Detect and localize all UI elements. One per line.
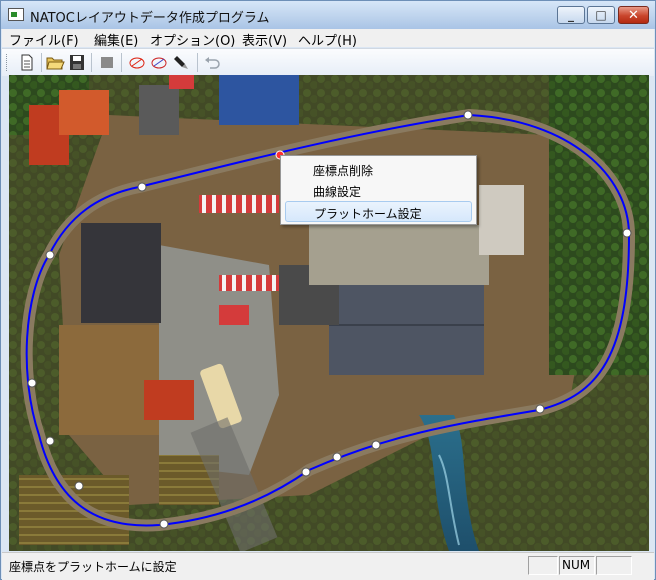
menu-item-label: 曲線設定: [313, 185, 362, 199]
track-node[interactable]: [159, 519, 169, 529]
menu-item-label: 座標点削除: [313, 164, 374, 178]
brush-icon: [174, 56, 188, 69]
title-bar[interactable]: NATOCレイアウトデータ作成プログラム _ □ ✕: [1, 1, 655, 29]
menu-file[interactable]: ファイル(F): [9, 30, 79, 49]
edit-curve-button[interactable]: [149, 53, 169, 72]
track-node[interactable]: [45, 436, 55, 446]
model-railway-layout-photo: [9, 75, 649, 551]
track-node[interactable]: [535, 404, 545, 414]
status-pane-num: NUM: [559, 556, 595, 575]
toolbar-grip[interactable]: [6, 54, 10, 71]
menu-item-curve-settings[interactable]: 曲線設定: [285, 180, 472, 201]
draw-curve-button[interactable]: [127, 53, 147, 72]
menu-item-platform-settings[interactable]: プラットホーム設定: [285, 201, 472, 222]
track-node[interactable]: [332, 452, 342, 462]
track-node[interactable]: [137, 182, 147, 192]
menu-item-delete-point[interactable]: 座標点削除: [285, 159, 472, 180]
new-document-icon: [21, 54, 33, 71]
track-node[interactable]: [45, 250, 55, 260]
menu-edit[interactable]: 編集(E): [94, 30, 138, 49]
menu-options[interactable]: オプション(O): [150, 30, 235, 49]
open-button[interactable]: [45, 53, 65, 72]
minimize-icon: _: [568, 8, 574, 22]
maximize-icon: □: [595, 8, 607, 22]
close-button[interactable]: ✕: [618, 6, 649, 24]
stop-icon: [101, 57, 113, 68]
layout-canvas[interactable]: [9, 75, 649, 551]
toolbar-separator: [197, 53, 198, 72]
undo-button[interactable]: [202, 53, 222, 72]
status-text: 座標点をプラットホームに設定: [9, 560, 177, 574]
track-node[interactable]: [371, 440, 381, 450]
track-node[interactable]: [27, 378, 37, 388]
brush-button[interactable]: [171, 53, 191, 72]
status-pane-empty: [528, 556, 558, 575]
track-node[interactable]: [463, 110, 473, 120]
app-window: NATOCレイアウトデータ作成プログラム _ □ ✕ ファイル(F) 編集(E)…: [0, 0, 656, 580]
save-icon: [70, 55, 84, 70]
undo-icon: [205, 57, 220, 69]
close-icon: ✕: [628, 7, 639, 23]
menu-view[interactable]: 表示(V): [242, 30, 287, 49]
app-icon: [8, 8, 24, 21]
window-title: NATOCレイアウトデータ作成プログラム: [30, 11, 270, 26]
toolbar-separator: [91, 53, 92, 72]
menu-item-label: プラットホーム設定: [314, 207, 422, 221]
edit-curve-icon: [151, 57, 167, 69]
status-pane-scroll: [596, 556, 632, 575]
track-node[interactable]: [74, 481, 84, 491]
open-folder-icon: [46, 57, 65, 70]
status-bar: 座標点をプラットホームに設定 NUM: [2, 552, 654, 580]
toolbar-separator: [121, 53, 122, 72]
new-document-button[interactable]: [17, 53, 37, 72]
minimize-button[interactable]: _: [557, 6, 585, 24]
toolbar: [2, 48, 654, 76]
track-node[interactable]: [622, 228, 632, 238]
menu-bar: ファイル(F) 編集(E) オプション(O) 表示(V) ヘルプ(H): [2, 29, 654, 49]
toolbar-separator: [41, 53, 42, 72]
menu-help[interactable]: ヘルプ(H): [298, 30, 357, 49]
save-button[interactable]: [67, 53, 87, 72]
stop-button[interactable]: [97, 53, 117, 72]
context-menu: 座標点削除 曲線設定 プラットホーム設定: [280, 155, 477, 225]
status-pane-label: NUM: [562, 558, 591, 572]
track-node[interactable]: [301, 467, 311, 477]
maximize-button[interactable]: □: [587, 6, 615, 24]
draw-curve-icon: [129, 57, 145, 69]
